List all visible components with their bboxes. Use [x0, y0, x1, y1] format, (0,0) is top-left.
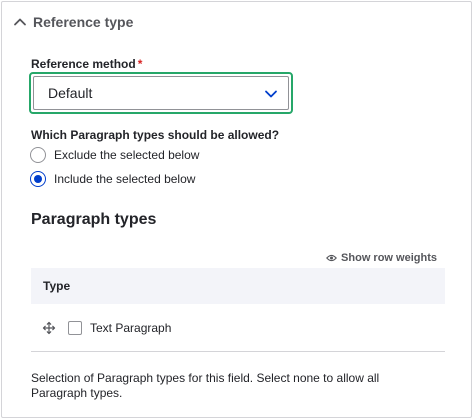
details-summary-label: Reference type [33, 14, 134, 30]
chevron-up-icon [14, 18, 26, 26]
chevron-down-icon [265, 90, 277, 98]
reference-method-label-text: Reference method [31, 57, 136, 71]
radio-include-input[interactable] [30, 171, 46, 187]
text-paragraph-checkbox[interactable] [68, 320, 82, 335]
show-row-weights-button[interactable]: Show row weights [326, 252, 437, 264]
show-row-weights-label[interactable]: Show row weights [341, 252, 437, 264]
column-header-type: Type [43, 279, 71, 293]
reference-method-label: Reference method * [31, 57, 142, 71]
details-summary-toggle[interactable]: Reference type [13, 12, 133, 32]
paragraph-types-title: Paragraph types [31, 211, 157, 228]
reference-method-select-value: Default [48, 85, 93, 101]
details-panel: Reference type Reference method * Default… [1, 1, 472, 418]
field-description: Selection of Paragraph types for this fi… [31, 371, 380, 400]
required-marker: * [137, 57, 143, 71]
radio-exclude-input[interactable] [30, 147, 46, 163]
reference-method-select-field[interactable]: Default [33, 76, 289, 110]
table-header: Type [31, 268, 445, 304]
text-paragraph-label[interactable]: Text Paragraph [90, 321, 171, 335]
drag-handle-icon[interactable] [42, 321, 56, 335]
table-row: Text Paragraph [31, 304, 445, 352]
allowed-types-label: Which Paragraph types should be allowed? [31, 128, 280, 142]
radio-exclude-selected[interactable]: Exclude the selected below [30, 147, 199, 163]
radio-exclude-label[interactable]: Exclude the selected below [54, 148, 199, 162]
reference-method-select[interactable]: Default [29, 72, 293, 114]
radio-include-selected[interactable]: Include the selected below [30, 171, 195, 187]
eye-icon [326, 254, 337, 262]
radio-include-label[interactable]: Include the selected below [54, 172, 195, 186]
